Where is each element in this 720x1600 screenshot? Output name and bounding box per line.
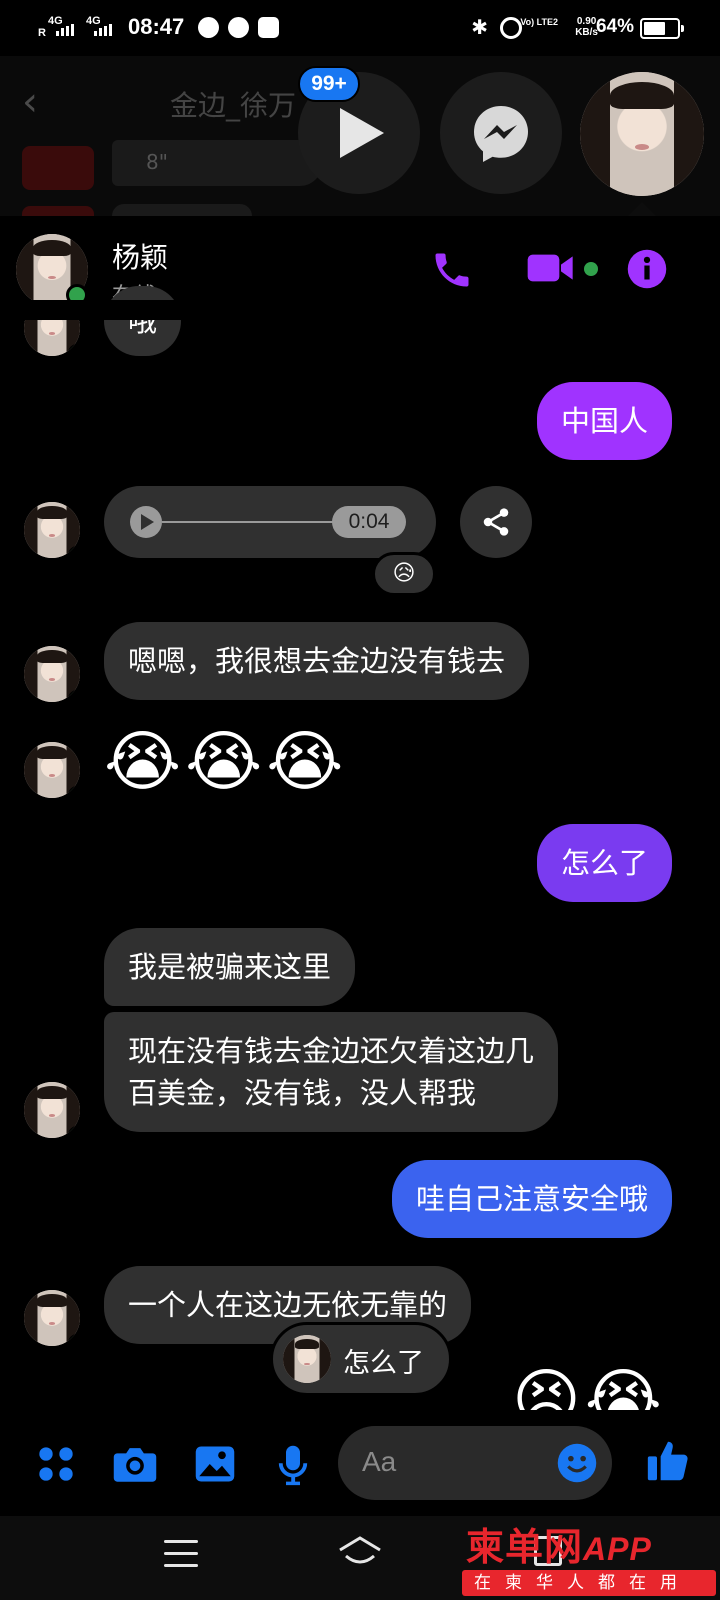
incoming-message[interactable]: 哦 (104, 286, 182, 356)
voice-message[interactable]: 0:04 (104, 486, 436, 558)
watermark-tagline: 在柬华人都在用 (462, 1570, 716, 1596)
mic-icon[interactable] (276, 1444, 310, 1486)
voice-call-icon[interactable] (430, 248, 474, 292)
message-avatar[interactable] (24, 742, 80, 798)
messenger-icon (474, 106, 528, 162)
online-indicator (68, 1334, 80, 1346)
volte-indicator: Vo) LTE2 (520, 17, 558, 27)
contact-photo (580, 72, 704, 196)
apps-icon[interactable] (36, 1444, 76, 1484)
recents-menu-icon[interactable] (164, 1540, 198, 1568)
voice-progress-track[interactable] (162, 521, 342, 523)
outgoing-message[interactable]: 怎么了 (536, 824, 672, 902)
watermark-main: 柬单网APP (466, 1516, 652, 1571)
online-indicator (68, 786, 80, 798)
partial-emoji-message[interactable]: 😣😭 (512, 1360, 666, 1410)
voice-duration: 0:04 (332, 506, 406, 538)
header-divider (0, 300, 720, 320)
message-avatar[interactable] (24, 1290, 80, 1346)
battery-icon (640, 18, 684, 39)
chathead-pointer (628, 202, 656, 216)
network-speed: 0.90 KB/s (575, 16, 598, 38)
watermark-logo: 柬单网APP 在柬华人都在用 (462, 1512, 718, 1598)
battery-percent: 64% (595, 16, 634, 37)
incoming-message-multiline[interactable]: 现在没有钱去金边还欠着这边几 百美金，没有钱，没人帮我 (104, 1012, 559, 1132)
gallery-icon[interactable] (194, 1444, 236, 1484)
facebook-notification-icon (258, 17, 279, 38)
message-avatar[interactable] (24, 1082, 80, 1138)
background-chat-title-text: 金边_徐万 (170, 89, 297, 122)
network-speed-unit: KB/s (575, 27, 598, 38)
watermark-app: APP (583, 1531, 652, 1567)
online-indicator (68, 690, 80, 702)
bluetooth-icon: ✱ (471, 17, 488, 39)
clock: 08:47 (128, 14, 185, 39)
online-indicator (68, 1126, 80, 1138)
messenger-notification-icon (198, 17, 219, 38)
message-input[interactable]: Aa (338, 1426, 612, 1500)
message-reaction[interactable]: 😥 (372, 552, 436, 596)
network-speed-value: 0.90 (576, 16, 597, 27)
home-icon[interactable] (336, 1534, 384, 1570)
chathead-contact-avatar[interactable] (580, 72, 704, 196)
message-input-placeholder: Aa (362, 1446, 397, 1477)
play-icon (340, 108, 384, 158)
alarm-icon (500, 17, 522, 39)
incoming-message[interactable]: 我是被骗来这里 (104, 928, 356, 1006)
watermark-main-text: 柬单网 (466, 1525, 584, 1569)
online-indicator (68, 344, 80, 356)
message-composer: Aa (0, 1410, 720, 1516)
incoming-message[interactable]: 嗯嗯，我很想去金边没有钱去 (104, 622, 530, 700)
preview-avatar (283, 1335, 331, 1383)
roaming-indicator: R (38, 27, 46, 39)
status-bar: 4G R 4G 08:47 ✱ Vo) LTE2 0.90 KB/s 64% (0, 0, 720, 56)
like-icon[interactable] (646, 1438, 690, 1484)
outgoing-message[interactable]: 中国人 (536, 382, 672, 460)
flag-thumbnail (22, 146, 94, 190)
online-indicator (68, 546, 80, 558)
signal-bars-2-icon (94, 24, 112, 36)
background-voice-message: 8" (112, 140, 322, 186)
camera-icon[interactable] (112, 1444, 158, 1484)
info-icon[interactable] (626, 248, 668, 290)
message-avatar[interactable] (24, 502, 80, 558)
share-button[interactable] (460, 486, 532, 558)
background-voice-duration: 8" (146, 150, 168, 174)
message-line: 现在没有钱去金边还欠着这边几 (128, 1034, 535, 1068)
messenger-notification-icon-2 (228, 17, 249, 38)
share-icon (483, 508, 509, 536)
contact-photo (283, 1335, 331, 1383)
chathead-messenger[interactable] (440, 72, 562, 194)
new-message-preview[interactable]: 怎么了 (270, 1322, 452, 1396)
back-arrow-icon: ‹ (22, 79, 38, 125)
message-avatar[interactable] (24, 646, 80, 702)
signal-bars-1-icon (56, 24, 74, 36)
voice-play-button[interactable] (130, 506, 162, 538)
unread-count-badge: 99+ (298, 66, 360, 102)
video-call-icon[interactable] (526, 248, 576, 288)
emoji-icon[interactable] (556, 1442, 598, 1484)
message-line: 百美金，没有钱，没人帮我 (128, 1076, 477, 1110)
video-online-dot (584, 262, 598, 276)
outgoing-message[interactable]: 哇自己注意安全哦 (391, 1160, 672, 1238)
emoji-message[interactable]: 😭😭😭 (104, 722, 347, 802)
preview-text: 怎么了 (343, 1348, 424, 1379)
contact-name[interactable]: 杨颖 (112, 236, 168, 276)
